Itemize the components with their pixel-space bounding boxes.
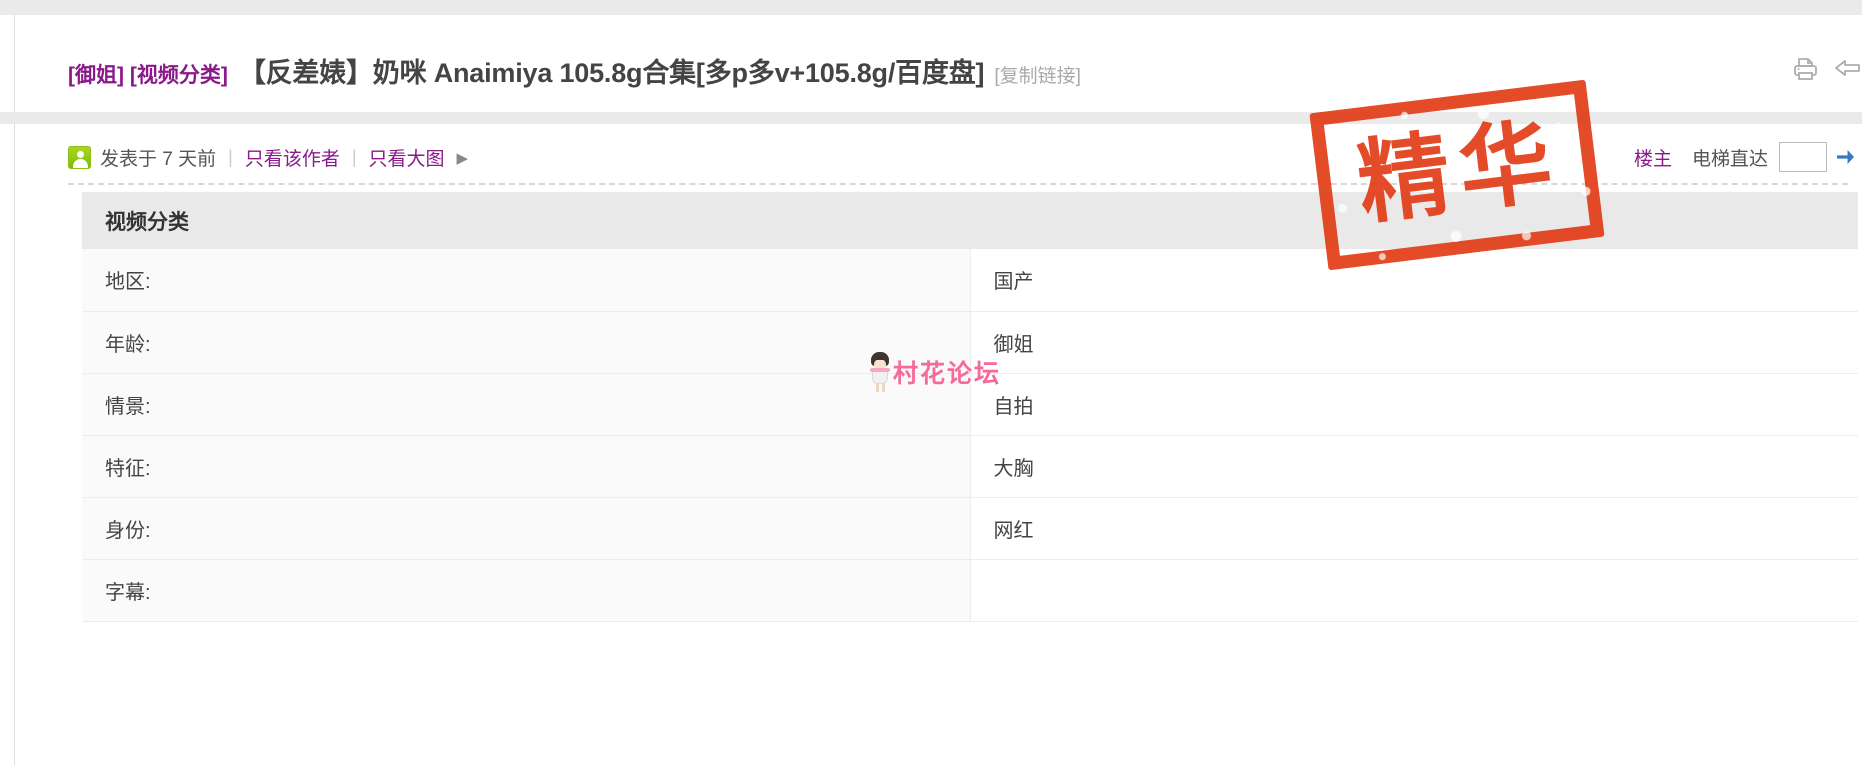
row-value <box>970 559 1858 622</box>
row-label: 身份: <box>82 497 971 560</box>
only-large-images-link[interactable]: 只看大图 <box>369 144 445 171</box>
go-arrow-icon[interactable] <box>1837 150 1854 164</box>
post-meta-right: 楼主 电梯直达 <box>1634 142 1854 172</box>
post-meta-row: 发表于 7 天前 | 只看该作者 | 只看大图 ▶ <box>68 144 468 171</box>
printer-icon[interactable] <box>1792 57 1818 86</box>
thread-title-icons <box>1792 57 1862 86</box>
top-gray-strip <box>0 0 1862 15</box>
row-label: 情景: <box>82 373 971 436</box>
post-timestamp: 发表于 7 天前 <box>100 149 217 170</box>
table-body: 地区: 国产 年龄: 御姐 情景: 自拍 特征: 大胸 身份: 网红 字幕: <box>82 249 1858 622</box>
section-separator-band <box>0 112 1862 124</box>
row-label: 字幕: <box>82 559 971 622</box>
row-value: 自拍 <box>970 373 1858 436</box>
meta-divider-2: | <box>351 147 357 167</box>
row-label: 年龄: <box>82 311 971 374</box>
table-row: 身份: 网红 <box>82 497 1858 560</box>
elevator-label: 电梯直达 <box>1691 148 1768 170</box>
thread-title-block: [御姐] [视频分类] 【反差婊】奶咪 Anaimiya 105.8g合集[多p… <box>15 15 1862 112</box>
user-avatar-icon[interactable] <box>68 146 91 169</box>
floor-owner-link[interactable]: 楼主 <box>1634 144 1672 171</box>
table-row: 情景: 自拍 <box>82 373 1858 436</box>
row-label: 地区: <box>82 249 971 312</box>
only-author-link[interactable]: 只看该作者 <box>245 144 340 171</box>
meta-divider-1: | <box>228 147 233 167</box>
page-root: [御姐] [视频分类] 【反差婊】奶咪 Anaimiya 105.8g合集[多p… <box>0 0 1862 765</box>
row-value: 网红 <box>970 497 1858 560</box>
table-row: 年龄: 御姐 <box>82 311 1858 374</box>
expand-arrow-icon[interactable]: ▶ <box>457 149 469 167</box>
table-header-row: 视频分类 <box>82 192 1858 249</box>
table-row: 特征: 大胸 <box>82 435 1858 498</box>
copy-link-button[interactable]: [复制链接] <box>994 61 1081 88</box>
thread-title-row: [御姐] [视频分类] 【反差婊】奶咪 Anaimiya 105.8g合集[多p… <box>68 51 1081 90</box>
elevator-jump-input[interactable] <box>1779 142 1827 172</box>
row-label: 特征: <box>82 435 971 498</box>
row-value: 御姐 <box>970 311 1858 374</box>
meta-dashed-rule <box>68 183 1848 185</box>
table-row: 地区: 国产 <box>82 249 1858 312</box>
video-category-table: 视频分类 地区: 国产 年龄: 御姐 情景: 自拍 特征: 大胸 身份: 网红 <box>82 192 1858 622</box>
share-arrow-icon[interactable] <box>1832 57 1862 86</box>
table-header-title: 视频分类 <box>82 192 1858 249</box>
thread-tag-prefix[interactable]: [御姐] [视频分类] <box>68 59 228 89</box>
row-value: 大胸 <box>970 435 1858 498</box>
table-row: 字幕: <box>82 559 1858 622</box>
page-title: 【反差婊】奶咪 Anaimiya 105.8g合集[多p多v+105.8g/百度… <box>238 58 985 88</box>
row-value: 国产 <box>970 249 1858 312</box>
post-meta-block: 发表于 7 天前 | 只看该作者 | 只看大图 ▶ 楼主 电梯直达 <box>15 124 1862 192</box>
